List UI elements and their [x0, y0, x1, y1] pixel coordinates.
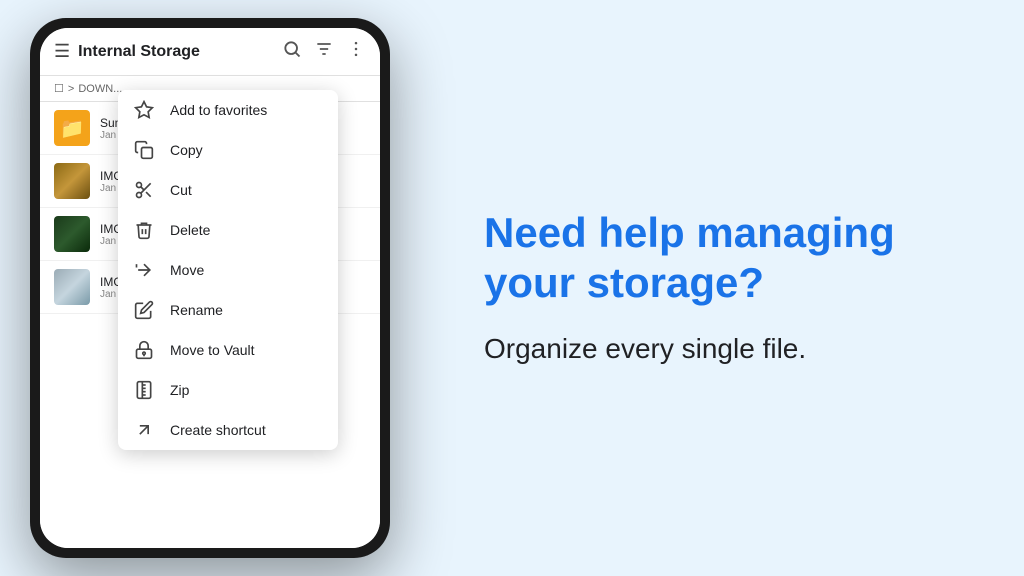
vault-label: Move to Vault [170, 342, 255, 358]
menu-item-add-favorites[interactable]: Add to favorites [118, 90, 338, 130]
menu-item-cut[interactable]: Cut [118, 170, 338, 210]
edit-icon [134, 300, 154, 320]
context-menu: Add to favorites Copy [118, 90, 338, 450]
menu-item-copy[interactable]: Copy [118, 130, 338, 170]
image-thumb-3 [54, 269, 90, 305]
add-favorites-label: Add to favorites [170, 102, 267, 118]
hamburger-icon[interactable]: ☰ [54, 41, 70, 62]
menu-item-zip[interactable]: Zip [118, 370, 338, 410]
menu-item-shortcut[interactable]: Create shortcut [118, 410, 338, 450]
zip-icon [134, 380, 154, 400]
rename-label: Rename [170, 302, 223, 318]
image-thumb-1 [54, 163, 90, 199]
device-icon: ☐ [54, 82, 64, 95]
cut-label: Cut [170, 182, 192, 198]
filter-icon[interactable] [314, 39, 334, 64]
zip-label: Zip [170, 382, 189, 398]
phone-frame: ☰ Internal Storage [30, 18, 390, 558]
star-icon [134, 100, 154, 120]
scissors-icon [134, 180, 154, 200]
top-icons [282, 39, 366, 64]
delete-label: Delete [170, 222, 210, 238]
breadcrumb-folder[interactable]: DOWN... [78, 83, 122, 95]
promo-headline: Need help managing your storage? [484, 208, 964, 309]
trash-icon [134, 220, 154, 240]
move-label: Move [170, 262, 204, 278]
lock-icon [134, 340, 154, 360]
menu-item-vault[interactable]: Move to Vault [118, 330, 338, 370]
menu-item-delete[interactable]: Delete [118, 210, 338, 250]
shortcut-label: Create shortcut [170, 422, 266, 438]
app-title: Internal Storage [78, 43, 274, 61]
image-thumb-2 [54, 216, 90, 252]
copy-icon [134, 140, 154, 160]
menu-item-rename[interactable]: Rename [118, 290, 338, 330]
menu-item-move[interactable]: Move [118, 250, 338, 290]
folder-thumb: 📁 [54, 110, 90, 146]
top-bar: ☰ Internal Storage [40, 28, 380, 76]
more-icon[interactable] [346, 39, 366, 64]
promo-content: Need help managing your storage? Organiz… [484, 208, 964, 368]
copy-label: Copy [170, 142, 203, 158]
promo-subtext: Organize every single file. [484, 329, 964, 368]
shortcut-icon [134, 420, 154, 440]
search-icon[interactable] [282, 39, 302, 64]
breadcrumb-separator: > [68, 83, 74, 95]
move-icon [134, 260, 154, 280]
phone-screen: ☰ Internal Storage [40, 28, 380, 548]
